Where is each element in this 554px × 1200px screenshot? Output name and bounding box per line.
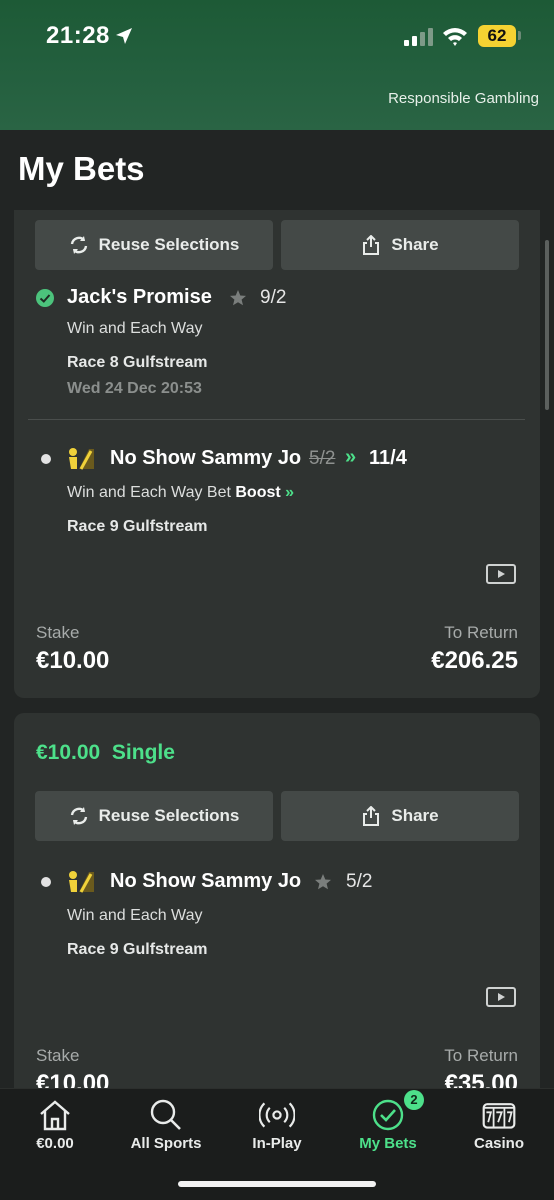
nav-all-sports[interactable]: All Sports — [111, 1089, 221, 1159]
to-return-amount: €35.00 — [444, 1070, 518, 1088]
nav-in-play-label: In-Play — [252, 1135, 302, 1152]
bet-card: Reuse Selections Share Jack's Promise 9/… — [14, 210, 540, 698]
responsible-gambling-link[interactable]: Responsible Gambling — [388, 90, 539, 107]
watch-video-icon[interactable] — [486, 563, 516, 585]
selection-date: Wed 24 Dec 20:53 — [67, 380, 202, 397]
favourite-star-icon[interactable] — [314, 873, 332, 891]
selection-horse-name: No Show Sammy Jo — [110, 870, 302, 892]
selection-market: Win and Each Way — [67, 907, 203, 924]
nav-my-bets[interactable]: My Bets — [333, 1089, 443, 1159]
live-broadcast-icon — [259, 1102, 295, 1128]
selection-odds: 9/2 — [260, 287, 287, 308]
app-header: 21:28 62 Responsible Gambling — [0, 0, 554, 130]
cellular-signal-icon — [404, 28, 433, 46]
selection-race: Race 8 Gulfstream — [67, 354, 208, 371]
scrollbar[interactable] — [545, 240, 549, 410]
stake-amount: €10.00 — [36, 1070, 110, 1088]
nav-casino-label: Casino — [473, 1135, 524, 1152]
favourite-star-icon[interactable] — [229, 289, 247, 307]
reuse-selections-button[interactable]: Reuse Selections — [35, 791, 273, 841]
share-icon — [363, 235, 380, 255]
my-bets-count-badge: 2 — [404, 1090, 424, 1110]
search-icon — [150, 1099, 181, 1130]
refresh-icon — [70, 236, 87, 254]
location-arrow-icon — [116, 28, 132, 44]
nav-balance-label: €0.00 — [36, 1135, 74, 1152]
share-button[interactable]: Share — [281, 791, 519, 841]
nav-casino[interactable]: Casino — [444, 1089, 554, 1159]
reuse-selections-label: Reuse Selections — [98, 806, 240, 825]
nav-all-sports-label: All Sports — [130, 1135, 202, 1152]
status-time: 21:28 — [46, 22, 110, 49]
battery-tip — [518, 31, 521, 40]
stake-label: Stake — [36, 623, 80, 642]
pending-dot-icon — [41, 454, 51, 464]
reuse-selections-button[interactable]: Reuse Selections — [35, 220, 273, 270]
share-button[interactable]: Share — [281, 220, 519, 270]
to-return-label: To Return — [444, 1046, 518, 1065]
home-indicator[interactable] — [178, 1181, 376, 1187]
bet-stake-title: €10.00 Single — [36, 741, 175, 765]
boosted-odds: 11/4 — [369, 447, 407, 469]
bet-amount: €10.00 — [36, 741, 101, 764]
nav-in-play[interactable]: In-Play — [222, 1089, 332, 1159]
bet-card: €10.00 Single Reuse Selections Share No … — [14, 713, 540, 1088]
selection-odds: 5/2 — [346, 871, 373, 892]
slot-machine-icon — [482, 1103, 516, 1129]
bets-list[interactable]: Reuse Selections Share Jack's Promise 9/… — [0, 210, 554, 1088]
jockey-silks-icon — [69, 871, 94, 893]
share-label: Share — [391, 235, 439, 254]
selection-market: Win and Each Way Bet Boost » — [67, 484, 294, 502]
share-icon — [363, 806, 380, 826]
battery-indicator: 62 — [478, 25, 516, 47]
nav-balance[interactable]: €0.00 — [0, 1089, 110, 1159]
selection-race: Race 9 Gulfstream — [67, 941, 208, 958]
nav-my-bets-label: My Bets — [359, 1135, 417, 1152]
selection-divider — [28, 419, 525, 420]
selection-race: Race 9 Gulfstream — [67, 518, 208, 535]
to-return-amount: €206.25 — [431, 647, 518, 674]
wifi-icon — [443, 28, 467, 46]
market-text: Win and Each Way Bet — [67, 484, 231, 501]
page-title: My Bets — [18, 150, 145, 187]
won-check-icon — [36, 289, 54, 307]
to-return-label: To Return — [444, 623, 518, 642]
selection-horse-name: Jack's Promise — [67, 286, 212, 308]
pending-dot-icon — [41, 877, 51, 887]
watch-video-icon[interactable] — [486, 986, 516, 1008]
jockey-silks-icon — [69, 448, 94, 470]
refresh-icon — [70, 807, 87, 825]
share-label: Share — [391, 806, 439, 825]
boost-chevron-icon: » — [285, 484, 294, 501]
selection-market: Win and Each Way — [67, 320, 203, 337]
check-circle-icon — [372, 1099, 404, 1131]
home-icon — [40, 1100, 70, 1131]
bet-type: Single — [111, 741, 175, 764]
stake-amount: €10.00 — [36, 647, 110, 674]
boost-label: Boost — [235, 484, 281, 501]
original-odds: 5/2 — [309, 448, 336, 469]
boost-arrows-icon: » — [345, 446, 356, 468]
selection-horse-name: No Show Sammy Jo — [110, 447, 302, 469]
stake-label: Stake — [36, 1046, 80, 1065]
reuse-selections-label: Reuse Selections — [98, 235, 240, 254]
